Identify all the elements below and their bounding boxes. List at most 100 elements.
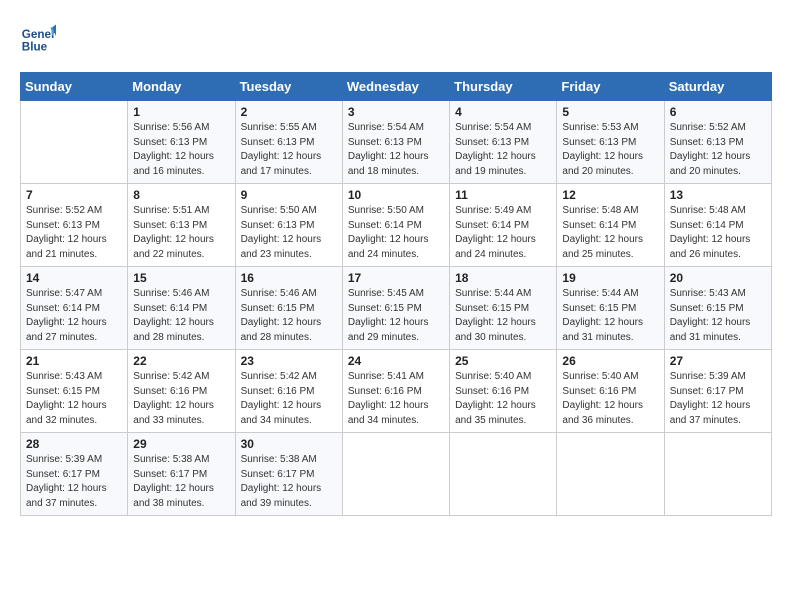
day-number: 25 bbox=[455, 354, 551, 368]
week-row-5: 28 Sunrise: 5:39 AM Sunset: 6:17 PM Dayli… bbox=[21, 433, 772, 516]
day-info: Sunrise: 5:54 AM Sunset: 6:13 PM Dayligh… bbox=[348, 121, 444, 179]
day-info: Sunrise: 5:49 AM Sunset: 6:14 PM Dayligh… bbox=[455, 204, 551, 262]
day-number: 28 bbox=[26, 437, 122, 451]
day-cell bbox=[664, 433, 771, 516]
day-info: Sunrise: 5:42 AM Sunset: 6:16 PM Dayligh… bbox=[133, 370, 229, 428]
day-cell: 21 Sunrise: 5:43 AM Sunset: 6:15 PM Dayli… bbox=[21, 350, 128, 433]
day-info: Sunrise: 5:45 AM Sunset: 6:15 PM Dayligh… bbox=[348, 287, 444, 345]
day-number: 13 bbox=[670, 188, 766, 202]
day-cell: 23 Sunrise: 5:42 AM Sunset: 6:16 PM Dayli… bbox=[235, 350, 342, 433]
day-info: Sunrise: 5:53 AM Sunset: 6:13 PM Dayligh… bbox=[562, 121, 658, 179]
day-number: 1 bbox=[133, 105, 229, 119]
day-cell: 1 Sunrise: 5:56 AM Sunset: 6:13 PM Daylig… bbox=[128, 101, 235, 184]
day-number: 4 bbox=[455, 105, 551, 119]
calendar-table: SundayMondayTuesdayWednesdayThursdayFrid… bbox=[20, 72, 772, 516]
day-cell bbox=[342, 433, 449, 516]
day-cell: 30Sunrise: 5:38 AM Sunset: 6:17 PM Dayli… bbox=[235, 433, 342, 516]
day-number: 18 bbox=[455, 271, 551, 285]
col-header-thursday: Thursday bbox=[450, 73, 557, 101]
day-cell: 24 Sunrise: 5:41 AM Sunset: 6:16 PM Dayli… bbox=[342, 350, 449, 433]
day-cell: 29 Sunrise: 5:38 AM Sunset: 6:17 PM Dayli… bbox=[128, 433, 235, 516]
day-number: 22 bbox=[133, 354, 229, 368]
day-number: 15 bbox=[133, 271, 229, 285]
day-cell: 9Sunrise: 5:50 AM Sunset: 6:13 PM Daylig… bbox=[235, 184, 342, 267]
col-header-saturday: Saturday bbox=[664, 73, 771, 101]
day-cell: 3 Sunrise: 5:54 AM Sunset: 6:13 PM Daylig… bbox=[342, 101, 449, 184]
day-cell: 4 Sunrise: 5:54 AM Sunset: 6:13 PM Daylig… bbox=[450, 101, 557, 184]
day-cell: 16 Sunrise: 5:46 AM Sunset: 6:15 PM Dayli… bbox=[235, 267, 342, 350]
day-number: 29 bbox=[133, 437, 229, 451]
day-info: Sunrise: 5:39 AM Sunset: 6:17 PM Dayligh… bbox=[26, 453, 122, 511]
day-info: Sunrise: 5:40 AM Sunset: 6:16 PM Dayligh… bbox=[562, 370, 658, 428]
col-header-wednesday: Wednesday bbox=[342, 73, 449, 101]
week-row-1: 1 Sunrise: 5:56 AM Sunset: 6:13 PM Daylig… bbox=[21, 101, 772, 184]
day-info: Sunrise: 5:55 AM Sunset: 6:13 PM Dayligh… bbox=[241, 121, 337, 179]
col-header-sunday: Sunday bbox=[21, 73, 128, 101]
week-row-3: 14Sunrise: 5:47 AM Sunset: 6:14 PM Dayli… bbox=[21, 267, 772, 350]
day-info: Sunrise: 5:48 AM Sunset: 6:14 PM Dayligh… bbox=[670, 204, 766, 262]
col-header-friday: Friday bbox=[557, 73, 664, 101]
day-cell bbox=[450, 433, 557, 516]
day-info: Sunrise: 5:43 AM Sunset: 6:15 PM Dayligh… bbox=[670, 287, 766, 345]
day-info: Sunrise: 5:56 AM Sunset: 6:13 PM Dayligh… bbox=[133, 121, 229, 179]
logo: General Blue bbox=[20, 20, 62, 56]
logo-icon: General Blue bbox=[20, 20, 56, 56]
day-info: Sunrise: 5:42 AM Sunset: 6:16 PM Dayligh… bbox=[241, 370, 337, 428]
day-info: Sunrise: 5:39 AM Sunset: 6:17 PM Dayligh… bbox=[670, 370, 766, 428]
day-number: 30 bbox=[241, 437, 337, 451]
col-header-tuesday: Tuesday bbox=[235, 73, 342, 101]
day-info: Sunrise: 5:41 AM Sunset: 6:16 PM Dayligh… bbox=[348, 370, 444, 428]
day-info: Sunrise: 5:43 AM Sunset: 6:15 PM Dayligh… bbox=[26, 370, 122, 428]
day-info: Sunrise: 5:50 AM Sunset: 6:13 PM Dayligh… bbox=[241, 204, 337, 262]
day-number: 3 bbox=[348, 105, 444, 119]
day-number: 20 bbox=[670, 271, 766, 285]
day-cell: 5Sunrise: 5:53 AM Sunset: 6:13 PM Daylig… bbox=[557, 101, 664, 184]
day-cell: 20 Sunrise: 5:43 AM Sunset: 6:15 PM Dayli… bbox=[664, 267, 771, 350]
day-info: Sunrise: 5:50 AM Sunset: 6:14 PM Dayligh… bbox=[348, 204, 444, 262]
day-cell: 25 Sunrise: 5:40 AM Sunset: 6:16 PM Dayli… bbox=[450, 350, 557, 433]
day-cell: 18 Sunrise: 5:44 AM Sunset: 6:15 PM Dayli… bbox=[450, 267, 557, 350]
week-row-4: 21 Sunrise: 5:43 AM Sunset: 6:15 PM Dayli… bbox=[21, 350, 772, 433]
day-info: Sunrise: 5:40 AM Sunset: 6:16 PM Dayligh… bbox=[455, 370, 551, 428]
day-info: Sunrise: 5:48 AM Sunset: 6:14 PM Dayligh… bbox=[562, 204, 658, 262]
day-cell: 27 Sunrise: 5:39 AM Sunset: 6:17 PM Dayli… bbox=[664, 350, 771, 433]
day-number: 19 bbox=[562, 271, 658, 285]
day-info: Sunrise: 5:51 AM Sunset: 6:13 PM Dayligh… bbox=[133, 204, 229, 262]
day-info: Sunrise: 5:54 AM Sunset: 6:13 PM Dayligh… bbox=[455, 121, 551, 179]
day-number: 11 bbox=[455, 188, 551, 202]
day-cell: 12 Sunrise: 5:48 AM Sunset: 6:14 PM Dayli… bbox=[557, 184, 664, 267]
day-cell: 15 Sunrise: 5:46 AM Sunset: 6:14 PM Dayli… bbox=[128, 267, 235, 350]
page-header: General Blue bbox=[20, 20, 772, 56]
day-cell: 19 Sunrise: 5:44 AM Sunset: 6:15 PM Dayli… bbox=[557, 267, 664, 350]
day-number: 16 bbox=[241, 271, 337, 285]
day-cell: 2Sunrise: 5:55 AM Sunset: 6:13 PM Daylig… bbox=[235, 101, 342, 184]
day-info: Sunrise: 5:52 AM Sunset: 6:13 PM Dayligh… bbox=[670, 121, 766, 179]
day-cell: 8 Sunrise: 5:51 AM Sunset: 6:13 PM Daylig… bbox=[128, 184, 235, 267]
day-cell: 14Sunrise: 5:47 AM Sunset: 6:14 PM Dayli… bbox=[21, 267, 128, 350]
svg-text:Blue: Blue bbox=[22, 41, 48, 54]
day-info: Sunrise: 5:38 AM Sunset: 6:17 PM Dayligh… bbox=[133, 453, 229, 511]
day-number: 24 bbox=[348, 354, 444, 368]
day-number: 10 bbox=[348, 188, 444, 202]
day-number: 23 bbox=[241, 354, 337, 368]
day-info: Sunrise: 5:46 AM Sunset: 6:14 PM Dayligh… bbox=[133, 287, 229, 345]
day-cell: 13 Sunrise: 5:48 AM Sunset: 6:14 PM Dayli… bbox=[664, 184, 771, 267]
day-info: Sunrise: 5:44 AM Sunset: 6:15 PM Dayligh… bbox=[455, 287, 551, 345]
week-row-2: 7Sunrise: 5:52 AM Sunset: 6:13 PM Daylig… bbox=[21, 184, 772, 267]
day-number: 8 bbox=[133, 188, 229, 202]
day-info: Sunrise: 5:44 AM Sunset: 6:15 PM Dayligh… bbox=[562, 287, 658, 345]
col-header-monday: Monday bbox=[128, 73, 235, 101]
day-cell: 22 Sunrise: 5:42 AM Sunset: 6:16 PM Dayli… bbox=[128, 350, 235, 433]
day-number: 12 bbox=[562, 188, 658, 202]
day-cell bbox=[21, 101, 128, 184]
day-cell: 28 Sunrise: 5:39 AM Sunset: 6:17 PM Dayli… bbox=[21, 433, 128, 516]
day-cell bbox=[557, 433, 664, 516]
day-number: 17 bbox=[348, 271, 444, 285]
day-cell: 10 Sunrise: 5:50 AM Sunset: 6:14 PM Dayli… bbox=[342, 184, 449, 267]
day-info: Sunrise: 5:46 AM Sunset: 6:15 PM Dayligh… bbox=[241, 287, 337, 345]
day-cell: 6Sunrise: 5:52 AM Sunset: 6:13 PM Daylig… bbox=[664, 101, 771, 184]
day-cell: 26 Sunrise: 5:40 AM Sunset: 6:16 PM Dayli… bbox=[557, 350, 664, 433]
day-number: 26 bbox=[562, 354, 658, 368]
day-number: 21 bbox=[26, 354, 122, 368]
day-number: 27 bbox=[670, 354, 766, 368]
